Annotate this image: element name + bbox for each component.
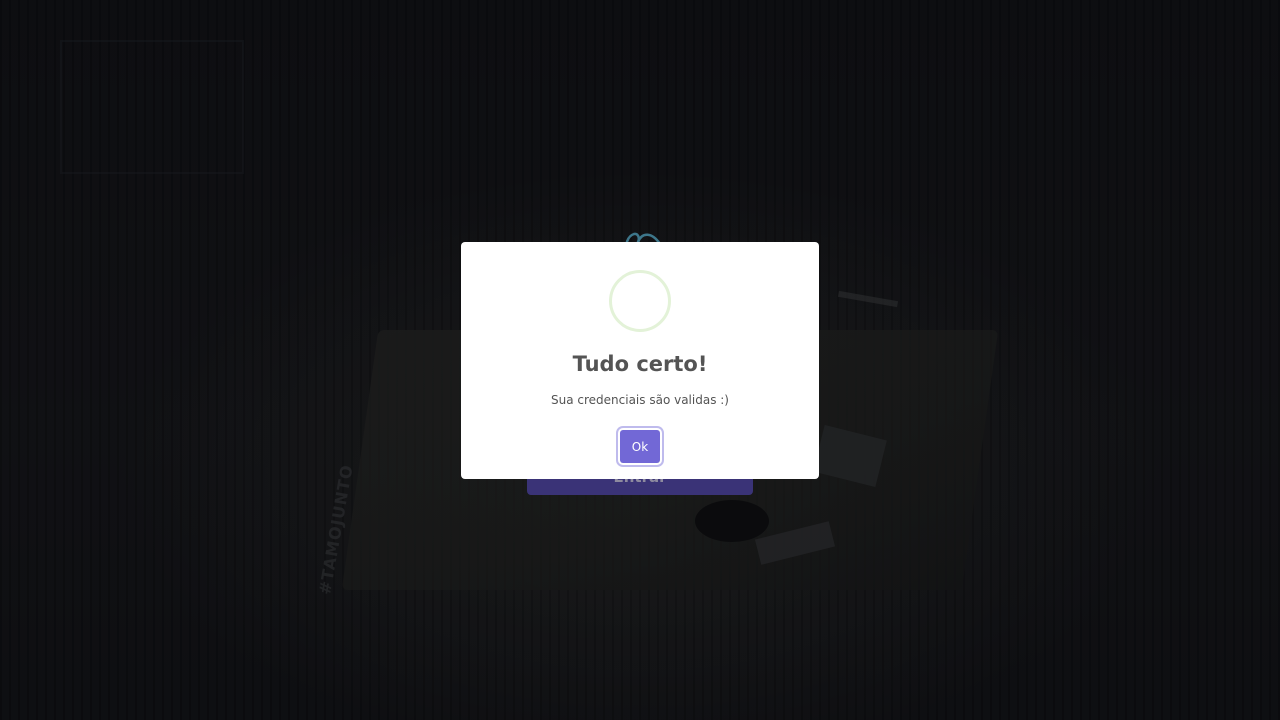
dialog-title: Tudo certo!	[572, 352, 708, 376]
success-icon	[609, 270, 671, 332]
success-dialog: Tudo certo! Sua credenciais são validas …	[461, 242, 819, 479]
dialog-message: Sua credenciais são validas :)	[551, 393, 729, 407]
ok-button[interactable]: Ok	[620, 430, 660, 463]
